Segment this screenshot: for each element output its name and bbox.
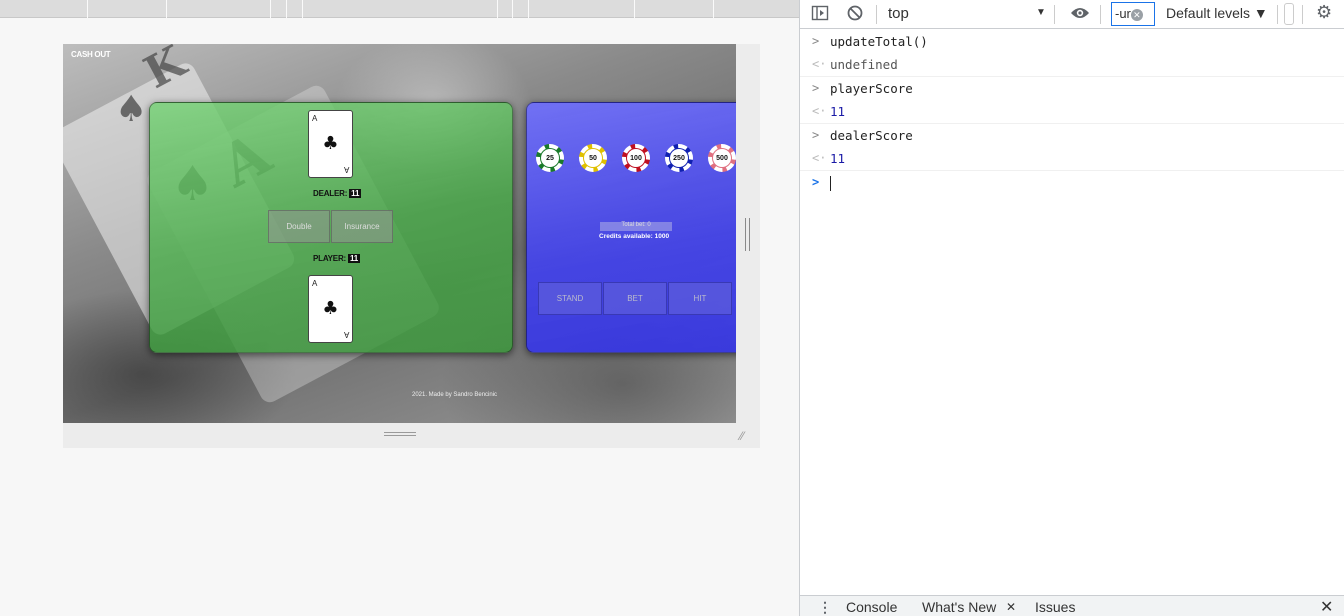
live-expression-eye-icon[interactable] [1070, 5, 1090, 25]
cash-out-button[interactable]: CASH OUT [71, 50, 111, 59]
output-arrow-icon: <· [812, 151, 827, 165]
context-selector[interactable]: top [888, 5, 909, 22]
text-caret [830, 176, 831, 191]
console-input-text: updateTotal() [830, 34, 928, 49]
stand-button[interactable]: STAND [538, 282, 602, 315]
console-output[interactable]: <· 11 [800, 147, 1344, 170]
footer-credit: 2021. Made by Sandro Bencinic [412, 392, 498, 398]
clear-filter-icon[interactable]: ✕ [1130, 9, 1143, 21]
tab-issues[interactable]: Issues [1035, 599, 1075, 615]
output-arrow-icon: <· [812, 104, 827, 118]
club-icon: ♣ [322, 133, 339, 154]
chip-value: 50 [584, 149, 602, 167]
screen: ♠ ♠ K A CASH OUT A ♣ A DEALER:11 Double … [0, 0, 1344, 616]
chip-500[interactable]: 500 [708, 144, 736, 172]
console-output[interactable]: <· undefined [800, 53, 1344, 76]
console-input-text: dealerScore [830, 128, 913, 143]
input-chevron-icon: > [812, 81, 820, 95]
gear-icon[interactable]: ⚙ [1316, 2, 1332, 23]
issues-counter[interactable] [1284, 3, 1294, 25]
insurance-button[interactable]: Insurance [331, 210, 393, 243]
dealer-score: DEALER: 11 [313, 189, 362, 198]
resize-handle-horizontal[interactable] [384, 432, 416, 436]
devtools-panel: top ▼ -ur ✕ Default levels ▼ ⚙ > updateTot… [799, 0, 1344, 616]
chip-value: 500 [713, 149, 731, 167]
console-output[interactable]: <· 11 [800, 100, 1344, 123]
console-output-text: 11 [830, 151, 846, 166]
chip-25[interactable]: 25 [536, 144, 564, 172]
chip-value: 250 [670, 149, 688, 167]
player-score-value: 11 [347, 254, 361, 263]
chip-250[interactable]: 250 [665, 144, 693, 172]
credits-available: Credits available: 1000 [599, 233, 670, 240]
media-query-bar[interactable] [0, 0, 799, 18]
log-levels-dropdown[interactable]: Default levels ▼ [1166, 5, 1268, 21]
player-card: A ♣ A [308, 275, 353, 343]
corner-resize-icon[interactable]: ⁄⁄ [740, 429, 744, 443]
dealer-score-value: 11 [349, 189, 362, 198]
filter-input[interactable]: -ur ✕ [1111, 2, 1155, 26]
spade-icon: ♠ [115, 89, 148, 130]
console-entry: > playerScore <· 11 [800, 77, 1344, 124]
card-rank: A [343, 330, 349, 339]
card-rank: A [312, 114, 318, 123]
resize-handle-vertical[interactable] [745, 218, 750, 251]
console-input-text: playerScore [830, 81, 913, 96]
chevron-down-icon[interactable]: ▼ [1036, 7, 1046, 18]
page-viewport: ♠ ♠ K A CASH OUT A ♣ A DEALER:11 Double … [63, 44, 736, 423]
close-tab-icon[interactable]: ✕ [1006, 600, 1016, 614]
drawer-tabbar: ⋮ Console What's New ✕ Issues ✕ [800, 595, 1344, 616]
console-entry: > dealerScore <· 11 [800, 124, 1344, 171]
sidebar-toggle-icon[interactable] [811, 4, 829, 26]
console-messages: > updateTotal() <· undefined > playerScore <· 1… [800, 30, 1344, 194]
chip-value: 25 [541, 149, 559, 167]
input-chevron-icon: > [812, 128, 820, 142]
close-drawer-icon[interactable]: ✕ [1320, 597, 1333, 616]
card-rank: A [343, 165, 349, 174]
betting-panel: 25 50 100 250 500 Total bet: 0 Credits avail… [526, 102, 736, 353]
console-input[interactable]: > dealerScore [800, 124, 1344, 147]
filter-input-value: -ur [1115, 6, 1131, 21]
chip-100[interactable]: 100 [622, 144, 650, 172]
player-label: PLAYER: [313, 254, 346, 263]
double-button[interactable]: Double [268, 210, 330, 243]
club-icon: ♣ [322, 298, 339, 319]
more-tools-icon[interactable]: ⋮ [818, 599, 832, 616]
dealer-card: A ♣ A [308, 110, 353, 178]
player-score: PLAYER: 11 [313, 254, 361, 263]
console-output-text: 11 [830, 104, 846, 119]
console-input[interactable]: > playerScore [800, 77, 1344, 100]
output-arrow-icon: <· [812, 57, 827, 71]
prompt-chevron-icon: > [812, 175, 820, 189]
console-toolbar: top ▼ -ur ✕ Default levels ▼ ⚙ [800, 0, 1344, 29]
table-panel: A ♣ A DEALER: 11 Double Insurance PLAYER:… [149, 102, 513, 353]
input-chevron-icon: > [812, 34, 820, 48]
card-rank: A [312, 279, 318, 288]
chip-50[interactable]: 50 [579, 144, 607, 172]
tab-whats-new[interactable]: What's New [922, 599, 996, 615]
chip-value: 100 [627, 149, 645, 167]
console-prompt[interactable]: > [800, 171, 1344, 194]
clear-console-icon[interactable] [846, 4, 864, 26]
console-output-text: undefined [830, 57, 898, 72]
total-bet: Total bet: 0 [600, 222, 672, 231]
tab-console[interactable]: Console [846, 599, 897, 615]
console-entry: > updateTotal() <· undefined [800, 30, 1344, 77]
bet-button[interactable]: BET [603, 282, 667, 315]
console-input[interactable]: > updateTotal() [800, 30, 1344, 53]
dealer-label: DEALER: [313, 189, 348, 198]
hit-button[interactable]: HIT [668, 282, 732, 315]
